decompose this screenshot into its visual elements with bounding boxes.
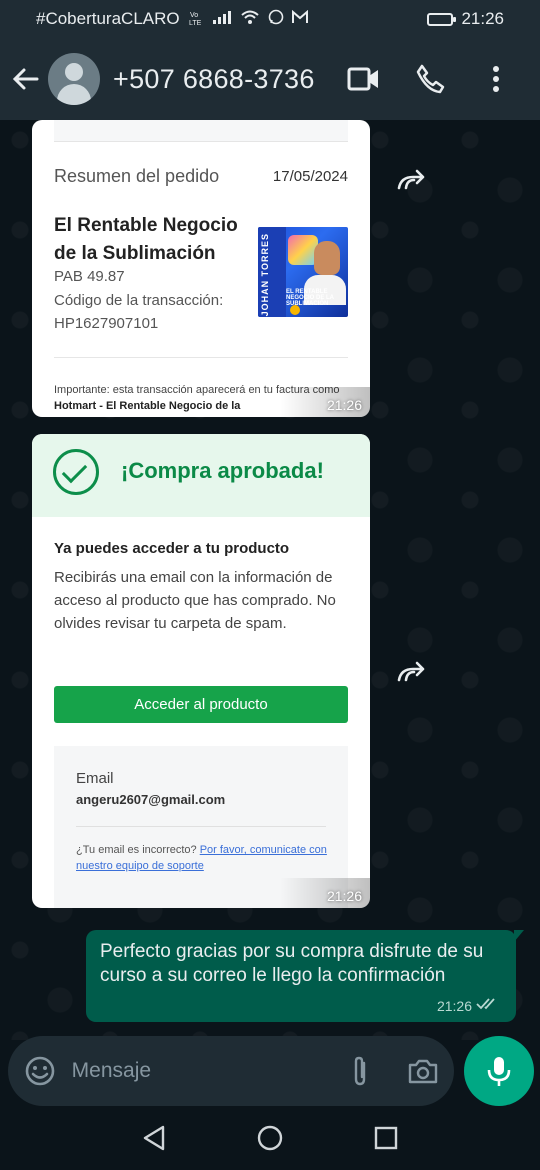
- attach-button[interactable]: [343, 1054, 377, 1088]
- email-label: Email: [76, 770, 114, 787]
- whatsapp-notification-icon: [268, 9, 284, 30]
- product-price: PAB 49.87: [54, 268, 125, 285]
- camera-icon: [408, 1059, 438, 1084]
- header-actions: [344, 59, 540, 99]
- access-title: Ya puedes acceder a tu producto: [54, 540, 290, 557]
- access-description: Recibirás una email con la información d…: [54, 569, 336, 632]
- clock: 21:26: [461, 9, 504, 28]
- access-product-button: Acceder al producto: [54, 686, 348, 723]
- status-bar: #CoberturaCLARO Vo LTE 21:26: [0, 0, 540, 38]
- svg-text:Vo: Vo: [190, 12, 198, 19]
- phone-icon: [416, 64, 445, 94]
- message-meta: 21:26: [437, 997, 502, 1014]
- message-input[interactable]: [71, 1059, 343, 1083]
- forward-button[interactable]: [392, 656, 432, 686]
- outgoing-message[interactable]: Perfecto gracias por su compra disfrute …: [86, 930, 524, 1022]
- message-time: 21:26: [326, 888, 362, 904]
- carrier-name: #CoberturaCLARO: [36, 9, 180, 28]
- order-date: 17/05/2024: [272, 168, 348, 185]
- email-value: angeru2607@gmail.com: [76, 792, 226, 807]
- back-button[interactable]: [2, 49, 48, 109]
- forward-icon: [397, 169, 425, 190]
- nav-recents-button[interactable]: [371, 1123, 401, 1153]
- contact-name[interactable]: +507 6868-3736: [113, 64, 315, 95]
- image-message-purchase-approved[interactable]: ¡Compra aprobada! Ya puedes acceder a tu…: [32, 434, 370, 908]
- product-title: El Rentable Negocio de la Sublimación: [54, 215, 238, 264]
- video-call-button[interactable]: [344, 59, 384, 99]
- triangle-back-icon: [143, 1125, 165, 1151]
- circle-home-icon: [257, 1125, 283, 1151]
- battery-icon: [427, 12, 457, 26]
- microphone-icon: [487, 1057, 511, 1086]
- emoji-button[interactable]: [23, 1054, 57, 1088]
- voice-record-button[interactable]: [464, 1036, 534, 1106]
- nav-back-button[interactable]: [139, 1123, 169, 1153]
- voice-call-button[interactable]: [410, 59, 450, 99]
- status-right: 21:26: [427, 9, 504, 29]
- wifi-icon: [240, 9, 260, 30]
- image-message-order-summary[interactable]: Resumen del pedido 17/05/2024 El Rentabl…: [32, 120, 370, 417]
- camera-button[interactable]: [406, 1054, 440, 1088]
- checkmark-circle-icon: [53, 449, 99, 495]
- square-recents-icon: [374, 1126, 398, 1150]
- read-receipt-icon: [476, 997, 502, 1014]
- chat-area[interactable]: Resumen del pedido 17/05/2024 El Rentabl…: [0, 120, 540, 1040]
- message-time: 21:26: [326, 397, 362, 413]
- more-options-button[interactable]: [476, 59, 516, 99]
- order-summary-title: Resumen del pedido: [54, 166, 220, 186]
- more-vert-icon: [493, 66, 499, 92]
- forward-icon: [397, 661, 425, 682]
- paperclip-icon: [354, 1056, 365, 1086]
- signal-icon: [212, 9, 232, 30]
- emoji-icon: [25, 1056, 55, 1086]
- approved-banner: ¡Compra aprobada!: [32, 434, 370, 517]
- back-arrow-icon: [12, 68, 39, 90]
- product-thumbnail: JOHAN TORRES EL RENTABLE NEGOCIO DE LA S…: [258, 227, 348, 317]
- wrong-email-note: ¿Tu email es incorrecto? Por favor, comu…: [76, 844, 327, 872]
- message-composer: [8, 1036, 454, 1106]
- nav-home-button[interactable]: [255, 1123, 285, 1153]
- approved-title: ¡Compra aprobada!: [121, 458, 324, 483]
- gmail-notification-icon: [291, 9, 308, 29]
- transaction-code: HP1627907101: [54, 315, 159, 332]
- message-time: 21:26: [436, 997, 472, 1014]
- avatar[interactable]: [48, 53, 100, 105]
- system-navigation-bar: [0, 1106, 540, 1170]
- chat-header: +507 6868-3736: [0, 38, 540, 120]
- video-call-icon: [347, 67, 378, 91]
- thumbnail-author-text: JOHAN TORRES: [260, 233, 270, 317]
- transaction-code-label: Código de la transacción:: [54, 292, 224, 309]
- card-top-edge: [54, 120, 348, 142]
- volte-icon: Vo LTE: [188, 10, 204, 29]
- message-text: Perfecto gracias por su compra disfrute …: [100, 941, 484, 986]
- divider: [54, 357, 348, 358]
- forward-button[interactable]: [392, 164, 432, 194]
- status-left: #CoberturaCLARO Vo LTE: [36, 9, 308, 30]
- svg-text:LTE: LTE: [189, 20, 202, 26]
- divider: [76, 826, 326, 827]
